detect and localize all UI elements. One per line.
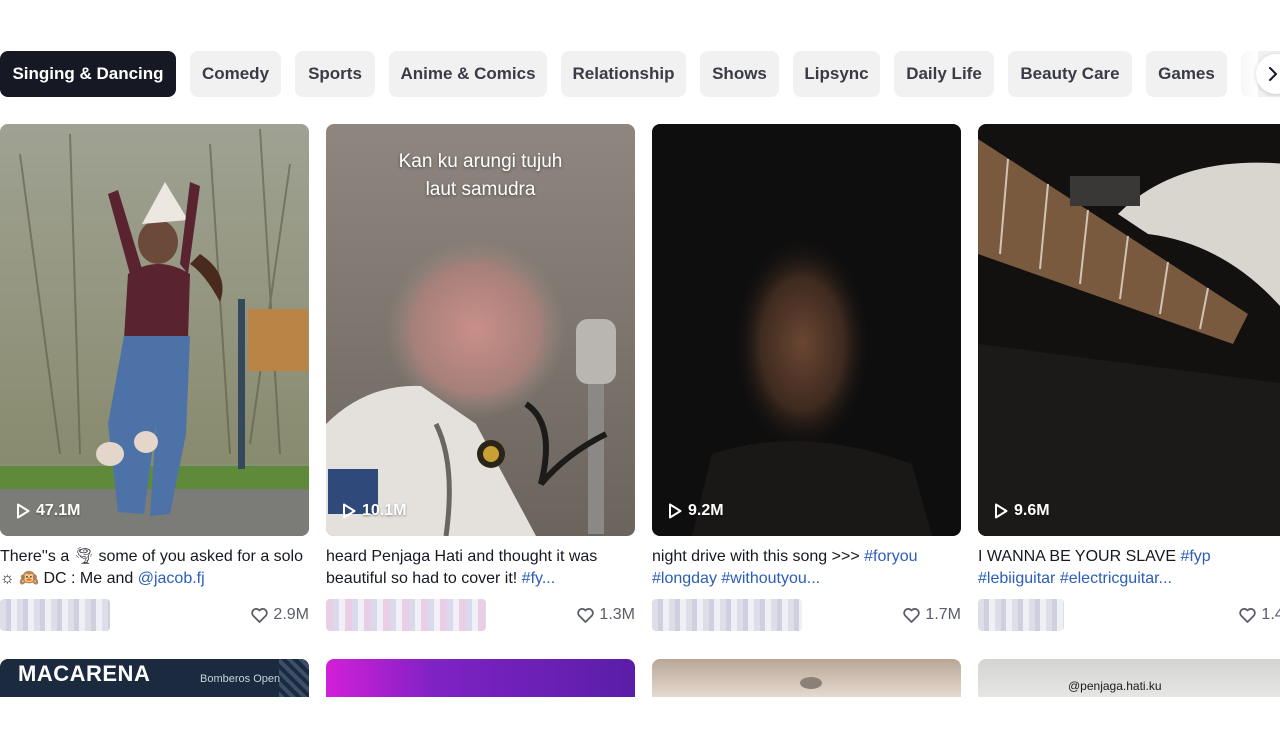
caption-text: I WANNA BE YOUR SLAVE [978,548,1181,565]
like-count-value: 2.9M [273,606,309,623]
thumbnail-pattern [279,659,309,697]
category-singing-dancing[interactable]: Singing & Dancing [0,51,176,97]
category-games[interactable]: Games [1146,51,1227,97]
video-thumbnail[interactable]: @penjaga.hati.ku [978,659,1280,697]
video-thumbnail[interactable]: 47.1M [0,124,309,536]
thumbnail-detail [800,677,822,689]
category-relationship[interactable]: Relationship [561,51,686,97]
video-thumbnail[interactable] [652,659,961,697]
play-count: 9.6M [994,502,1050,520]
video-overlay-text: MACARENA [18,661,151,686]
video-thumbnail[interactable]: 9.6M [978,124,1280,536]
video-overlay-small-text: @penjaga.hati.ku [1068,679,1162,693]
play-count: 9.2M [668,502,724,520]
video-caption[interactable]: I WANNA BE YOUR SLAVE #fyp #lebiiguitar … [978,546,1280,590]
play-icon [343,503,356,519]
video-overlay-text: Kan ku arungi tujuh laut samudra [398,151,563,200]
video-card: 9.2M night drive with this song >>> #for… [652,124,961,631]
page-bottom [0,697,1280,731]
video-thumbnail[interactable]: MACARENA Bomberos Open [0,659,309,697]
play-count-value: 9.6M [1014,502,1050,519]
caption-hashtags[interactable]: #fy... [522,570,556,587]
play-count: 10.1M [342,502,406,520]
play-icon [669,503,682,519]
category-beauty-care[interactable]: Beauty Care [1008,51,1132,97]
video-card: Kan ku arungi tujuh laut samudra 10.1M h… [326,124,635,631]
video-meta: 2.9M [0,599,309,631]
video-thumbnail-image [978,124,1280,536]
caption-text: heard Penjaga Hati and thought it was be… [326,548,598,587]
author-blurred[interactable] [0,599,110,631]
like-count-value: 1.3M [599,606,635,623]
heart-icon [251,607,269,623]
video-card: 47.1M There''s a 🌪 some of you asked for… [0,124,309,631]
like-count: 1.3M [577,606,635,624]
play-count-value: 10.1M [362,502,407,519]
video-card: 9.6M I WANNA BE YOUR SLAVE #fyp #lebiigu… [978,124,1280,631]
author-blurred[interactable] [326,599,486,631]
heart-icon [1239,607,1257,623]
video-thumbnail[interactable] [326,659,635,697]
video-thumbnail[interactable]: 9.2M [652,124,961,536]
heart-icon [903,607,921,623]
play-count-value: 47.1M [36,502,81,519]
video-thumbnail-image [652,124,961,536]
author-blurred[interactable] [652,599,802,631]
video-meta: 1.7M [652,599,961,631]
category-comedy[interactable]: Comedy [190,51,281,97]
like-count: 1.7M [903,606,961,624]
like-count: 2.9M [251,606,309,624]
category-anime-comics[interactable]: Anime & Comics [389,51,547,97]
category-shows[interactable]: Shows [700,51,779,97]
video-caption[interactable]: night drive with this song >>> #foryou #… [652,546,961,590]
play-icon [17,503,30,519]
category-daily-life[interactable]: Daily Life [894,51,994,97]
video-caption[interactable]: heard Penjaga Hati and thought it was be… [326,546,635,590]
video-thumbnail-image [0,124,309,536]
like-count: 1.4M [1239,606,1280,624]
video-meta: 1.3M [326,599,635,631]
play-icon [995,503,1008,519]
caption-hashtags[interactable]: @jacob.fj [138,570,205,587]
video-caption[interactable]: There''s a 🌪 some of you asked for a sol… [0,546,309,590]
video-overlay-small-text: Bomberos Open [200,673,281,685]
play-count-value: 9.2M [688,502,724,519]
caption-text: night drive with this song >>> [652,548,865,565]
chevron-right-icon [1269,67,1277,81]
author-blurred[interactable] [978,599,1064,631]
like-count-value: 1.7M [925,606,961,623]
play-count: 47.1M [16,502,80,520]
category-fade [1228,51,1258,97]
like-count-value: 1.4M [1261,606,1280,623]
category-sports[interactable]: Sports [295,51,375,97]
heart-icon [577,607,595,623]
category-bar: Singing & Dancing Comedy Sports Anime & … [0,51,1280,97]
category-lipsync[interactable]: Lipsync [793,51,880,97]
video-thumbnail[interactable]: Kan ku arungi tujuh laut samudra 10.1M [326,124,635,536]
video-meta: 1.4M [978,599,1280,631]
